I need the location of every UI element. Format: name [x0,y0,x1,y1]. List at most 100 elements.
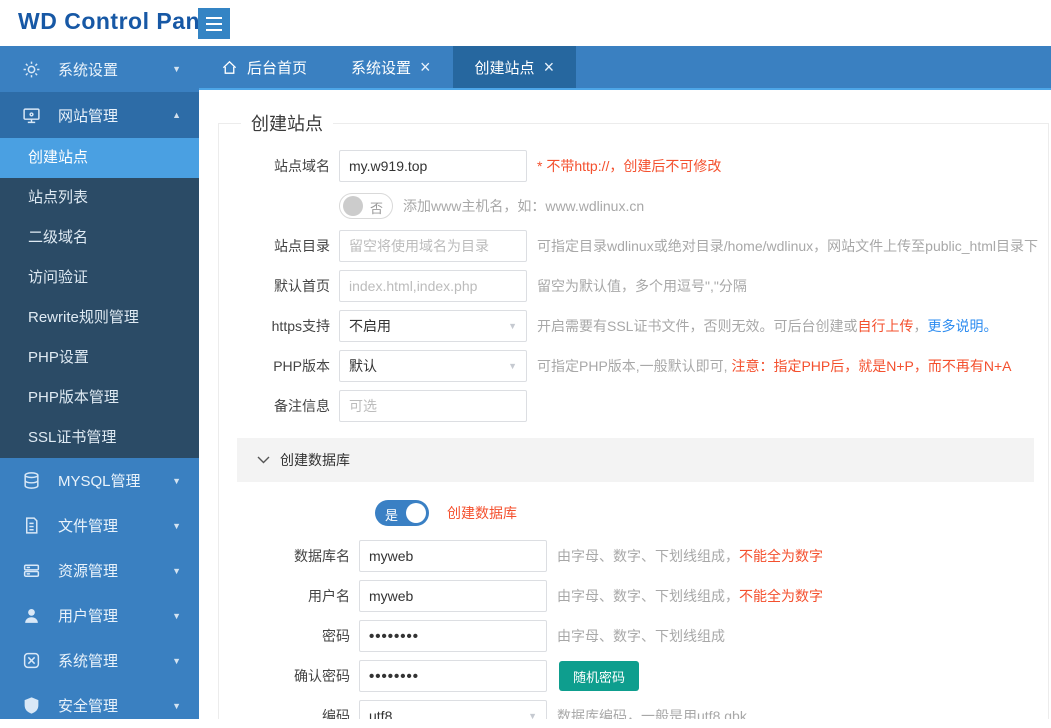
sidebar-subitem-rewrite-rules[interactable]: Rewrite规则管理 [0,298,199,338]
app-logo: WD Control Panel [18,8,220,35]
random-password-button[interactable]: 随机密码 [559,661,639,691]
chevron-down-icon: ▼ [508,321,517,331]
chevron-down-icon: ▼ [508,361,517,371]
sidebar-item-system-management[interactable]: 系统管理 ▼ [0,638,199,683]
form-row-db-user: 用户名 由字母、数字、下划线组成，不能全为数字 [237,580,1038,612]
section-title: 创建数据库 [280,450,350,470]
https-select[interactable]: 不启用 ▼ [339,310,527,342]
database-icon [22,471,41,490]
index-input[interactable] [339,270,527,302]
form-row-db-confirm-password: 确认密码 随机密码 [237,660,1038,692]
form-row-remark: 备注信息 [237,390,1038,422]
close-icon[interactable]: × [544,58,555,76]
sidebar-item-label: 系统设置 [58,59,172,80]
file-icon [22,516,41,535]
index-hint: 留空为默认值，多个用逗号","分隔 [537,276,747,296]
tools-icon [22,651,41,670]
db-password-hint: 由字母、数字、下划线组成 [557,626,725,646]
db-name-input[interactable] [359,540,547,572]
form-row-db-name: 数据库名 由字母、数字、下划线组成，不能全为数字 [237,540,1038,572]
tab-create-site[interactable]: 创建站点 × [453,46,577,88]
db-user-input[interactable] [359,580,547,612]
tab-dashboard-home[interactable]: 后台首页 [199,46,329,88]
gear-icon [22,60,41,79]
encoding-selected-value: utf8 [369,708,392,719]
sidebar-item-resource-management[interactable]: 资源管理 ▼ [0,548,199,593]
top-header: WD Control Panel [0,0,1051,46]
form-row-db-encoding: 编码 utf8 ▼ 数据库编码，一般是用utf8,gbk [237,700,1038,719]
sidebar-subitem-create-site[interactable]: 创建站点 [0,138,199,178]
tab-system-settings[interactable]: 系统设置 × [329,46,453,88]
sidebar-subitem-access-auth[interactable]: 访问验证 [0,258,199,298]
site-management-submenu: 创建站点 站点列表 二级域名 访问验证 Rewrite规则管理 PHP设置 PH… [0,138,199,458]
sidebar-item-system-settings[interactable]: 系统设置 ▼ [0,46,199,92]
sidebar-item-mysql[interactable]: MYSQL管理 ▼ [0,458,199,503]
form-row-www-toggle: 否 添加www主机名，如：www.wdlinux.cn [237,190,1038,222]
db-encoding-hint: 数据库编码，一般是用utf8,gbk [557,706,747,719]
www-hint: 添加www主机名，如：www.wdlinux.cn [403,196,644,216]
db-password-label: 密码 [237,626,359,646]
chevron-down-icon: ▼ [172,64,181,74]
directory-input[interactable] [339,230,527,262]
sidebar-item-label: 系统管理 [58,650,172,671]
tab-label: 创建站点 [475,57,535,78]
sidebar: 系统设置 ▼ 网站管理 ▲ 创建站点 站点列表 二级域名 访问验证 Rewrit… [0,46,199,719]
chevron-down-icon: ▼ [528,711,537,719]
sidebar-item-security-management[interactable]: 安全管理 ▼ [0,683,199,728]
more-info-link[interactable]: 更多说明 [927,318,983,334]
chevron-down-icon [257,456,270,464]
create-db-toggle-label: 创建数据库 [447,503,517,523]
close-icon[interactable]: × [420,58,431,76]
sidebar-item-label: 文件管理 [58,515,172,536]
db-encoding-select[interactable]: utf8 ▼ [359,700,547,719]
index-label: 默认首页 [237,276,339,296]
db-toggle-row: 是 创建数据库 [375,500,1038,526]
home-icon [221,59,238,76]
sidebar-subitem-subdomain[interactable]: 二级域名 [0,218,199,258]
sidebar-item-label: 安全管理 [58,695,172,716]
chevron-down-icon: ▼ [172,656,181,666]
remark-label: 备注信息 [237,396,339,416]
db-encoding-label: 编码 [237,706,359,719]
sidebar-item-label: 用户管理 [58,605,172,626]
main-content: 创建站点 站点域名 * 不带http://，创建后不可修改 否 添加www主机名… [199,92,1051,719]
domain-hint: * 不带http://，创建后不可修改 [537,158,721,174]
form-row-directory: 站点目录 可指定目录wdlinux或绝对目录/home/wdlinux，网站文件… [237,230,1038,262]
php-version-hint: 可指定PHP版本,一般默认即可, 注意：指定PHP后，就是N+P，而不再有N+A [537,356,1012,376]
remark-input[interactable] [339,390,527,422]
directory-hint: 可指定目录wdlinux或绝对目录/home/wdlinux，网站文件上传至pu… [537,236,1038,256]
create-database-section-header[interactable]: 创建数据库 [237,438,1034,482]
db-password-input[interactable] [359,620,547,652]
domain-input[interactable] [339,150,527,182]
db-confirm-input[interactable] [359,660,547,692]
php-version-label: PHP版本 [237,356,339,376]
chevron-up-icon: ▲ [172,110,181,120]
sidebar-item-file-management[interactable]: 文件管理 ▼ [0,503,199,548]
sidebar-item-site-management[interactable]: 网站管理 ▲ [0,92,199,138]
sidebar-subitem-php-settings[interactable]: PHP设置 [0,338,199,378]
monitor-icon [22,106,41,125]
sidebar-subitem-php-versions[interactable]: PHP版本管理 [0,378,199,418]
db-user-hint: 由字母、数字、下划线组成，不能全为数字 [557,586,823,606]
form-row-db-password: 密码 由字母、数字、下划线组成 [237,620,1038,652]
toggle-state-label: 是 [385,505,398,524]
page-title: 创建站点 [241,110,333,136]
chevron-down-icon: ▼ [172,521,181,531]
db-confirm-label: 确认密码 [237,666,359,686]
create-site-panel: 创建站点 站点域名 * 不带http://，创建后不可修改 否 添加www主机名… [218,110,1049,719]
shield-icon [22,696,41,715]
sidebar-item-user-management[interactable]: 系统管理 用户管理 ▼ [0,593,199,638]
db-name-label: 数据库名 [237,546,359,566]
toggle-knob [406,503,426,523]
chevron-down-icon: ▼ [172,701,181,711]
tab-label: 后台首页 [247,57,307,78]
create-db-toggle[interactable]: 是 [375,500,429,526]
www-toggle[interactable]: 否 [339,193,393,219]
chevron-down-icon: ▼ [172,476,181,486]
php-version-select[interactable]: 默认 ▼ [339,350,527,382]
sidebar-subitem-ssl-certificates[interactable]: SSL证书管理 [0,418,199,458]
server-icon [22,561,41,580]
hamburger-menu-icon[interactable] [198,8,230,39]
tab-label: 系统设置 [351,57,411,78]
sidebar-subitem-site-list[interactable]: 站点列表 [0,178,199,218]
